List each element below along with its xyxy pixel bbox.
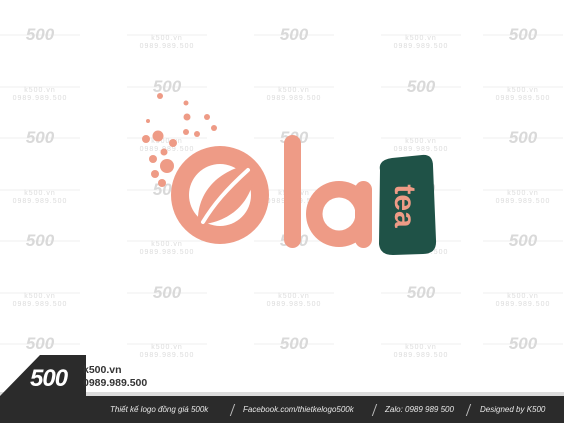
brand-number: 500 (30, 365, 68, 392)
a-letter (306, 181, 372, 248)
tea-badge: tea (379, 154, 437, 255)
badge-text: tea (388, 184, 421, 228)
footer-facebook-link[interactable]: Facebook.com/thietkelogo500k (243, 405, 354, 414)
footer: 500 k500.vn 0989.989.500 Thiết kế logo đ… (0, 352, 564, 423)
brand-site: k500.vn (83, 364, 122, 376)
footer-slogan: Thiết kế logo đồng giá 500k (110, 405, 209, 414)
footer-zalo: Zalo: 0989 989 500 (385, 405, 454, 414)
logo-presentation: 500 0989.989.500 k500.vn 500 0989.989.500 k50… (0, 0, 564, 423)
brand-phone: 0989.989.500 (83, 377, 148, 389)
l-letter (284, 135, 301, 248)
o-letter-leaf-icon (171, 146, 269, 244)
footer-designer: Designed by K500 (480, 405, 546, 414)
